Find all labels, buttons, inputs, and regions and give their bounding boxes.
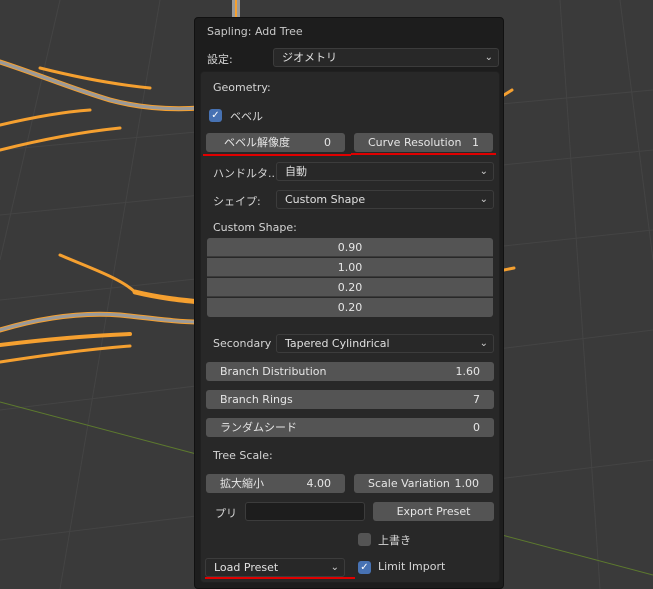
custom-shape-value-field[interactable]: 1.00 [207,258,493,277]
shape-dropdown[interactable]: Custom Shape ⌄ [276,190,494,209]
scale-variation-value: 1.00 [454,477,480,490]
branch-distribution-field[interactable]: Branch Distribution 1.60 [206,362,494,381]
preset-label: プリ [215,507,237,520]
preset-name-input[interactable] [245,502,365,521]
overwrite-label: 上書き [378,534,411,547]
chevron-down-icon: ⌄ [479,166,488,177]
bevel-resolution-field[interactable]: ベベル解像度 0 [206,133,345,152]
load-preset-label: Load Preset [214,561,279,574]
annotation-underline [351,153,496,155]
load-preset-dropdown[interactable]: Load Preset ⌄ [205,558,345,577]
export-preset-button[interactable]: Export Preset [373,502,494,521]
branch-rings-value: 7 [473,393,480,406]
scale-variation-field[interactable]: Scale Variation 1.00 [354,474,493,493]
chevron-down-icon: ⌄ [479,194,488,205]
shape-label: シェイプ: [213,195,261,208]
branch-rings-field[interactable]: Branch Rings 7 [206,390,494,409]
panel-title[interactable]: Sapling: Add Tree [207,25,303,38]
chevron-down-icon: ⌄ [484,52,493,63]
secondary-value: Tapered Cylindrical [285,337,390,350]
secondary-dropdown[interactable]: Tapered Cylindrical ⌄ [276,334,494,353]
settings-dropdown[interactable]: ジオメトリ ⌄ [273,48,499,67]
settings-label: 設定: [207,53,233,66]
bevel-label: ベベル [230,110,263,123]
overwrite-checkbox[interactable]: ✓ [358,533,371,546]
handle-type-label: ハンドルタ.. [213,167,275,180]
random-seed-field[interactable]: ランダムシード 0 [206,418,494,437]
geometry-section: Geometry: ✓ ベベル ベベル解像度 0 Curve Resolutio… [200,71,500,583]
checkmark-icon: ✓ [211,110,220,121]
random-seed-value: 0 [473,421,480,434]
branch-distribution-value: 1.60 [455,365,481,378]
limit-import-checkbox[interactable]: ✓ [358,561,371,574]
custom-shape-value-field[interactable]: 0.90 [207,238,493,257]
shape-value: Custom Shape [285,193,366,206]
sapling-operator-panel: Sapling: Add Tree 設定: ジオメトリ ⌄ Geometry: … [194,17,504,589]
scale-field[interactable]: 拡大縮小 4.00 [206,474,345,493]
settings-value: ジオメトリ [282,51,337,64]
handle-type-dropdown[interactable]: 自動 ⌄ [276,162,494,181]
curve-resolution-value: 1 [472,136,479,149]
bevel-checkbox[interactable]: ✓ [209,109,222,122]
branch-distribution-label: Branch Distribution [220,365,327,378]
branch-rings-label: Branch Rings [220,393,293,406]
handle-type-value: 自動 [285,165,307,178]
custom-shape-header: Custom Shape: [213,221,297,234]
curve-resolution-field[interactable]: Curve Resolution 1 [354,133,493,152]
scale-value: 4.00 [306,477,332,490]
checkmark-icon: ✓ [360,562,369,573]
annotation-underline [203,154,351,156]
random-seed-label: ランダムシード [220,421,297,434]
geometry-header: Geometry: [213,81,271,94]
annotation-underline [205,577,355,579]
custom-shape-value-field[interactable]: 0.20 [207,278,493,297]
custom-shape-value-field[interactable]: 0.20 [207,298,493,317]
limit-import-label: Limit Import [378,560,446,573]
chevron-down-icon: ⌄ [479,338,488,349]
tree-scale-header: Tree Scale: [213,449,273,462]
chevron-down-icon: ⌄ [330,562,339,573]
bevel-resolution-value: 0 [324,136,331,149]
secondary-label: Secondary .. [213,337,275,350]
